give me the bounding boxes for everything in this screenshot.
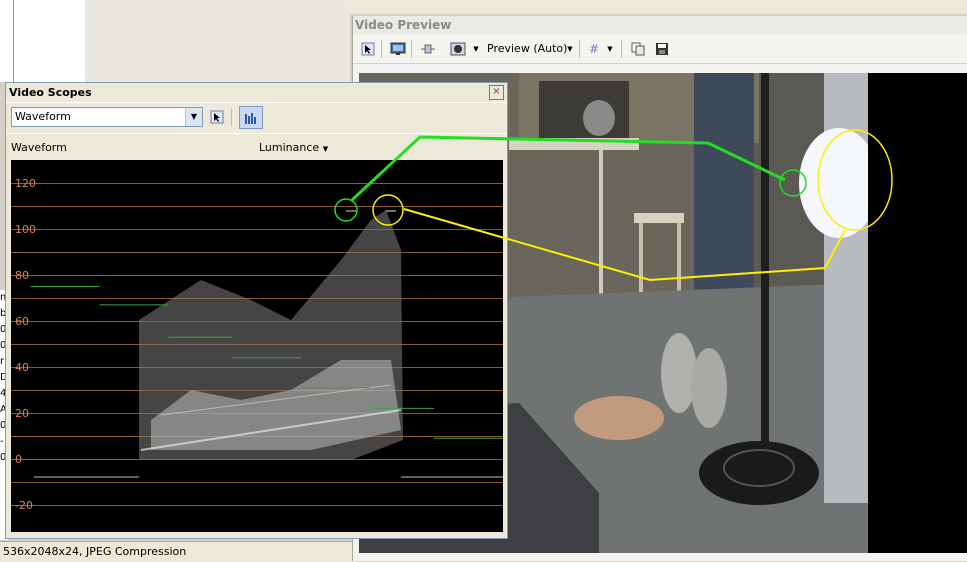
video-frame-border — [868, 73, 967, 553]
preview-mode-dropdown[interactable]: Preview (Auto) — [487, 42, 567, 55]
status-text: 536x2048x24, JPEG Compression — [3, 545, 187, 558]
chevron-down-icon[interactable]: ▼ — [471, 40, 481, 57]
luminance-dropdown[interactable]: Luminance ▼ — [259, 141, 328, 154]
scope-panel-label: Waveform — [11, 141, 67, 154]
scope-type-select[interactable]: Waveform ▼ — [11, 107, 203, 127]
copy-frame-icon[interactable] — [629, 40, 647, 57]
chevron-down-icon[interactable]: ▼ — [185, 108, 202, 126]
left-panel — [0, 0, 86, 82]
scope-header: Waveform Luminance ▼ — [6, 133, 507, 158]
update-scope-icon[interactable] — [239, 106, 263, 129]
video-preview-titlebar[interactable]: Video Preview — [353, 16, 967, 34]
video-scopes-titlebar[interactable]: Video Scopes × — [6, 83, 507, 103]
video-scopes-toolbar: Waveform ▼ — [6, 104, 507, 130]
monitor-icon[interactable] — [389, 40, 407, 57]
waveform-levels — [30, 286, 503, 439]
grid-icon[interactable]: # — [585, 40, 603, 57]
save-frame-icon[interactable] — [653, 40, 671, 57]
window-title: Video Scopes — [9, 86, 92, 99]
close-icon[interactable]: × — [489, 85, 504, 100]
split-screen-icon[interactable] — [419, 40, 437, 57]
select-arrow-icon[interactable] — [208, 108, 226, 125]
chevron-down-icon[interactable]: ▼ — [323, 145, 328, 153]
select-arrow-icon[interactable] — [359, 40, 377, 57]
window-title: Video Preview — [355, 18, 452, 32]
overlay-icon[interactable] — [449, 40, 467, 57]
chevron-down-icon[interactable]: ▼ — [605, 40, 615, 57]
chevron-down-icon[interactable]: ▼ — [565, 40, 575, 57]
scope-type-value: Waveform — [15, 110, 71, 123]
waveform-plot: 120 100 80 60 40 20 0 -20 — [11, 160, 503, 532]
video-preview-toolbar: ▼ Preview (Auto) ▼ # ▼ — [353, 35, 967, 64]
timeline-area — [85, 0, 350, 82]
status-bar: 536x2048x24, JPEG Compression — [0, 541, 355, 562]
video-scopes-window: Video Scopes × Waveform ▼ Waveform Lumin… — [5, 82, 508, 539]
